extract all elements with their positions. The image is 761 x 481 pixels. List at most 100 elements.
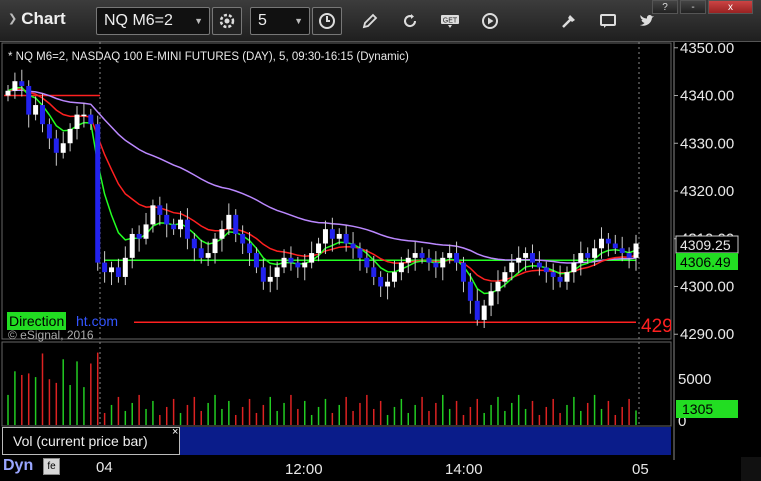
candle-body — [295, 262, 301, 268]
candle-body — [343, 233, 349, 244]
candle-body — [40, 105, 46, 125]
candle-body — [247, 243, 253, 254]
candle-body — [509, 262, 515, 273]
candle-body — [502, 272, 508, 282]
tools-button[interactable] — [558, 11, 580, 31]
candle-body — [454, 253, 460, 263]
candle-body — [564, 272, 570, 282]
refresh-icon — [404, 14, 417, 28]
copyright-label: © eSignal, 2016 — [8, 328, 94, 342]
candle-body — [405, 257, 411, 263]
candle-body — [412, 253, 418, 258]
candle-body — [67, 128, 73, 144]
candle-body — [191, 238, 197, 249]
chevron-down-icon: ▼ — [194, 16, 203, 26]
candle-body — [19, 81, 25, 86]
price-tick-label: 4320.00 — [680, 183, 734, 200]
candle-body — [5, 90, 11, 96]
get-icon: GET — [441, 15, 459, 28]
candle-body — [102, 262, 108, 273]
minimize-label: - — [691, 1, 695, 13]
comment-button[interactable] — [597, 11, 619, 31]
play-icon — [482, 13, 498, 29]
toolbar: ❯ Chart NQ M6=2 ▼ 5 ▼ GET ? - x — [0, 0, 761, 42]
close-label: x — [728, 1, 733, 13]
close-window-button[interactable]: x — [708, 0, 753, 14]
get-data-button[interactable]: GET — [439, 11, 461, 31]
close-study-button[interactable]: × — [172, 426, 178, 438]
app-title[interactable]: ❯ Chart — [8, 9, 66, 29]
candle-body — [516, 257, 522, 263]
candle-body — [136, 233, 142, 239]
clock-icon — [319, 13, 335, 29]
candle-body — [440, 257, 446, 268]
interval-clock-button[interactable] — [312, 7, 342, 35]
time-label-1200: 12:00 — [285, 461, 323, 478]
candle-body — [129, 233, 135, 258]
candle-body — [481, 305, 487, 320]
candle-body — [233, 214, 239, 234]
app-title-label: Chart — [21, 9, 66, 28]
candle-body — [164, 214, 170, 225]
candle-body — [171, 224, 177, 230]
candle-body — [523, 253, 529, 258]
candle-body — [612, 243, 618, 249]
candle-body — [205, 253, 211, 258]
interval-dropdown[interactable]: 5 ▼ — [250, 7, 310, 35]
chart-header: * NQ M6=2, NASDAQ 100 E-MINI FUTURES (DA… — [8, 51, 409, 63]
twitter-button[interactable] — [636, 11, 658, 31]
price-tick-label: 4290.00 — [680, 326, 734, 343]
candle-body — [419, 253, 425, 258]
candle-body — [322, 229, 328, 244]
time-label-1400: 14:00 — [445, 461, 483, 478]
candle-body — [605, 238, 611, 244]
candle-body — [350, 243, 356, 249]
candle-body — [619, 248, 625, 254]
candle-body — [109, 267, 115, 273]
twitter-icon — [640, 15, 654, 26]
candle-body — [391, 272, 397, 282]
candle-body — [288, 257, 294, 263]
candle-body — [371, 267, 377, 277]
gear-icon — [219, 13, 235, 29]
candle-body — [536, 262, 542, 268]
chart-canvas[interactable]: * NQ M6=2, NASDAQ 100 E-MINI FUTURES (DA… — [0, 42, 761, 481]
candle-body — [495, 281, 501, 292]
interval-value: 5 — [258, 12, 267, 29]
candle-body — [226, 214, 232, 230]
candle-body — [543, 267, 549, 273]
symbol-settings-button[interactable] — [212, 7, 242, 35]
candle-body — [178, 219, 184, 230]
svg-text:GET: GET — [443, 18, 458, 25]
volume-value-label: 1305 — [682, 401, 713, 417]
refresh-button[interactable] — [399, 11, 421, 31]
candle-body — [184, 219, 190, 239]
symbol-dropdown[interactable]: NQ M6=2 ▼ — [96, 7, 210, 35]
time-label-05: 05 — [632, 461, 649, 478]
volume-legend-bar: Vol (current price bar) × — [2, 426, 671, 455]
tools-icon — [562, 15, 575, 28]
candle-body — [378, 276, 384, 287]
replay-button[interactable] — [479, 11, 501, 31]
candle-body — [460, 262, 466, 282]
fe-icon[interactable]: fe — [43, 458, 60, 475]
draw-button[interactable] — [359, 11, 381, 31]
help-label: ? — [662, 1, 668, 13]
candle-body — [143, 224, 149, 239]
chevron-icon: ❯ — [8, 13, 18, 25]
time-label-04: 04 — [96, 459, 113, 476]
price-tick-label: 4340.00 — [680, 88, 734, 105]
candle-body — [81, 114, 87, 117]
candle-body — [316, 243, 322, 254]
minimize-button[interactable]: - — [680, 0, 706, 14]
volume-study-label[interactable]: Vol (current price bar) — [2, 427, 180, 455]
ma-price-label: 4306.49 — [680, 254, 731, 270]
candle-body — [302, 262, 308, 268]
dyn-label[interactable]: Dyn — [3, 457, 33, 475]
candle-body — [550, 272, 556, 277]
candle-body — [447, 253, 453, 258]
candle-body — [336, 233, 342, 239]
candle-body — [529, 253, 535, 263]
help-button[interactable]: ? — [652, 0, 678, 14]
candle-body — [219, 229, 225, 239]
